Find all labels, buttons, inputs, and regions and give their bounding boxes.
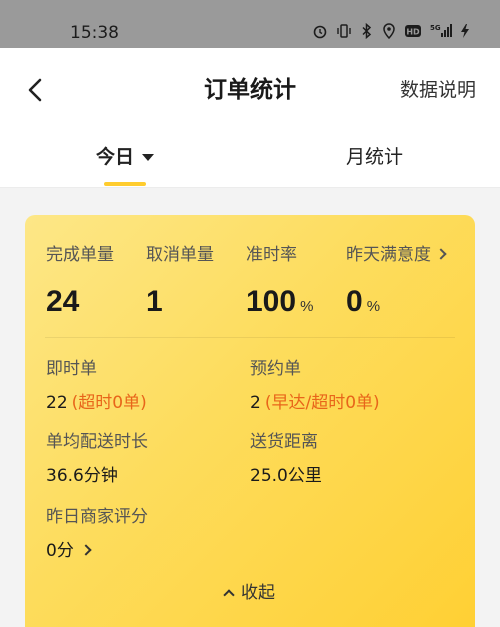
metric-value: 1 xyxy=(146,285,163,318)
tab-today[interactable]: 今日 xyxy=(96,144,155,184)
detail-delivery-distance: 送货距离 25.0公里 xyxy=(250,430,322,488)
detail-avg-delivery-time: 单均配送时长 36.6分钟 xyxy=(46,430,148,488)
chevron-up-icon xyxy=(223,589,235,601)
detail-label: 即时单 xyxy=(46,359,97,379)
tab-today-label: 今日 xyxy=(96,146,135,168)
divider xyxy=(45,337,455,338)
tab-monthly[interactable]: 月统计 xyxy=(346,144,403,184)
detail-value-wrap: 22 (超时0单) xyxy=(46,391,147,415)
detail-label: 预约单 xyxy=(250,359,301,379)
metric-value-wrap: 0% xyxy=(346,285,445,324)
metric-label: 昨天满意度 xyxy=(346,245,431,265)
detail-value: 25.0公里 xyxy=(250,466,322,486)
bluetooth-icon xyxy=(360,22,374,43)
metric-label-wrap: 昨天满意度 xyxy=(346,243,447,267)
alarm-icon xyxy=(312,23,328,43)
detail-value: 36.6分钟 xyxy=(46,466,118,486)
collapse-button[interactable]: 收起 xyxy=(25,581,475,605)
vibrate-icon xyxy=(336,23,352,43)
metric-value-wrap: 100% xyxy=(246,285,313,324)
metric-unit: % xyxy=(366,298,381,315)
caret-down-icon xyxy=(142,154,155,161)
metric-value: 24 xyxy=(46,285,80,318)
detail-sub: (早达/超时0单) xyxy=(264,393,380,413)
detail-label: 送货距离 xyxy=(250,432,318,452)
back-button[interactable] xyxy=(20,74,52,106)
5g-signal-icon: 5G xyxy=(430,23,452,43)
detail-label: 昨日商家评分 xyxy=(46,507,148,527)
battery-charging-icon xyxy=(460,23,470,43)
detail-sub: (超时0单) xyxy=(71,393,147,413)
detail-value: 0分 xyxy=(46,541,74,561)
tab-active-indicator xyxy=(104,182,146,186)
metric-cancelled: 取消单量 1 xyxy=(146,243,214,319)
metric-label: 准时率 xyxy=(246,245,297,265)
location-icon xyxy=(382,23,396,43)
metric-label: 取消单量 xyxy=(146,245,214,265)
detail-reserved-orders: 预约单 2 (早达/超时0单) xyxy=(250,357,380,415)
chevron-right-icon xyxy=(80,544,92,556)
detail-merchant-rating[interactable]: 昨日商家评分 0分 xyxy=(46,505,148,563)
data-explanation-link[interactable]: 数据说明 xyxy=(400,76,476,104)
chevron-right-icon xyxy=(435,248,447,260)
stats-card: 完成单量 24 取消单量 1 准时率 100% 昨天满意度 0% 即时单 22(… xyxy=(25,215,475,627)
svg-text:HD: HD xyxy=(406,28,420,37)
detail-value: 2 xyxy=(250,393,261,413)
status-time: 15:38 xyxy=(70,23,119,43)
status-bar: 15:38 HD 5G xyxy=(0,0,500,48)
tab-bar: 今日 月统计 xyxy=(0,132,500,188)
hd-icon: HD xyxy=(404,23,422,43)
metric-unit: % xyxy=(300,298,314,315)
nav-bar: 订单统计 数据说明 xyxy=(0,48,500,132)
detail-instant-orders: 即时单 22 (超时0单) xyxy=(46,357,147,415)
metric-on-time-rate: 准时率 100% xyxy=(246,243,313,324)
tab-monthly-label: 月统计 xyxy=(346,146,404,168)
detail-label: 单均配送时长 xyxy=(46,432,148,452)
detail-value: 22 xyxy=(46,393,68,413)
detail-value-wrap: 2 (早达/超时0单) xyxy=(250,391,380,415)
metric-value: 100 xyxy=(246,285,297,318)
back-arrow-icon xyxy=(28,78,42,102)
detail-value-wrap: 0分 xyxy=(46,539,148,563)
metric-satisfaction[interactable]: 昨天满意度 0% xyxy=(346,243,447,324)
collapse-label: 收起 xyxy=(241,583,275,603)
status-icons: HD 5G xyxy=(312,22,470,44)
metric-value: 0 xyxy=(346,285,363,318)
metric-completed: 完成单量 24 xyxy=(46,243,114,319)
svg-text:5G: 5G xyxy=(430,24,441,32)
metric-label: 完成单量 xyxy=(46,245,114,265)
metrics-row: 完成单量 24 取消单量 1 准时率 100% 昨天满意度 0% xyxy=(46,243,466,323)
